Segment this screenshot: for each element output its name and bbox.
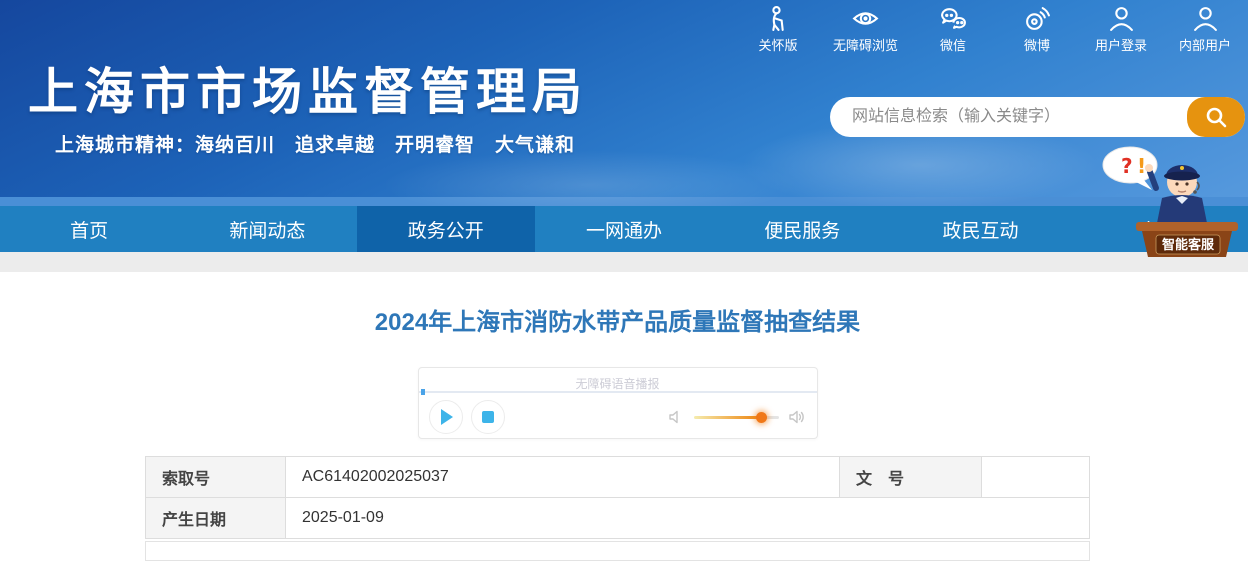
main-nav: 首页 新闻动态 政务公开 一网通办 便民服务 政民互动 专题 bbox=[0, 206, 1248, 252]
topbar-item-weibo[interactable]: 微博 bbox=[1008, 5, 1066, 54]
issue-date-label: 产生日期 bbox=[146, 498, 286, 538]
stop-icon bbox=[482, 411, 494, 423]
table-row-empty bbox=[145, 541, 1090, 561]
topbar-item-label: 用户登录 bbox=[1095, 35, 1147, 54]
topbar-item-label: 微博 bbox=[1024, 35, 1050, 54]
topbar-item-user-login[interactable]: 用户登录 bbox=[1092, 5, 1150, 54]
topbar-item-accessibility[interactable]: 无障碍浏览 bbox=[833, 5, 898, 54]
article-title: 2024年上海市消防水带产品质量监督抽查结果 bbox=[145, 302, 1090, 337]
play-icon bbox=[441, 409, 453, 425]
officer-figure bbox=[1145, 164, 1208, 228]
doc-number-label: 文 号 bbox=[840, 457, 982, 497]
volume-knob[interactable] bbox=[756, 412, 767, 423]
issue-date-value: 2025-01-09 bbox=[286, 498, 1089, 538]
article-content: 2024年上海市消防水带产品质量监督抽查结果 无障碍语音播报 bbox=[145, 302, 1090, 562]
wechat-icon bbox=[940, 5, 967, 32]
service-podium: 智能客服 bbox=[1136, 222, 1238, 257]
weibo-icon bbox=[1024, 5, 1051, 32]
volume-slider[interactable] bbox=[694, 416, 779, 419]
accessibility-audio-player: 无障碍语音播报 bbox=[418, 367, 818, 439]
index-number-label: 索取号 bbox=[146, 457, 286, 497]
topbar-item-wechat[interactable]: 微信 bbox=[924, 5, 982, 54]
topbar-item-care-version[interactable]: 关怀版 bbox=[749, 5, 807, 54]
volume-low-icon bbox=[668, 409, 684, 425]
nav-item-services[interactable]: 便民服务 bbox=[713, 206, 891, 252]
topbar-item-label: 无障碍浏览 bbox=[833, 35, 898, 54]
stop-button[interactable] bbox=[471, 400, 505, 434]
topbar-item-internal-user[interactable]: 内部用户 bbox=[1176, 5, 1234, 54]
topbar-item-label: 关怀版 bbox=[758, 35, 797, 54]
volume-zone bbox=[668, 409, 805, 425]
mascot-label: 智能客服 bbox=[1162, 237, 1215, 252]
nav-item-interaction[interactable]: 政民互动 bbox=[891, 206, 1069, 252]
bubble-exclaim-mark: ! bbox=[1137, 154, 1146, 178]
user-login-icon bbox=[1108, 5, 1135, 32]
play-button[interactable] bbox=[429, 400, 463, 434]
nav-item-one-stop[interactable]: 一网通办 bbox=[535, 206, 713, 252]
audio-player-title: 无障碍语音播报 bbox=[419, 368, 817, 392]
audio-controls bbox=[419, 394, 817, 440]
topbar-item-label: 内部用户 bbox=[1179, 35, 1231, 54]
nav-item-news[interactable]: 新闻动态 bbox=[178, 206, 356, 252]
volume-high-icon bbox=[789, 409, 805, 425]
search-box bbox=[830, 97, 1245, 137]
document-meta-table: 索取号 AC61402002025037 文 号 产生日期 2025-01-09 bbox=[145, 456, 1090, 539]
topbar-item-label: 微信 bbox=[940, 35, 966, 54]
doc-number-value bbox=[982, 457, 1089, 497]
bubble-question-mark: ? bbox=[1121, 154, 1133, 178]
sub-nav-strip bbox=[0, 252, 1248, 272]
search-button[interactable] bbox=[1187, 97, 1245, 137]
audio-progress-bar[interactable] bbox=[419, 391, 817, 393]
elderly-icon bbox=[764, 5, 791, 32]
topbar: 关怀版 无障碍浏览 微信 微博 bbox=[749, 5, 1234, 54]
index-number-value: AC61402002025037 bbox=[286, 457, 840, 497]
site-header: 关怀版 无障碍浏览 微信 微博 bbox=[0, 0, 1248, 197]
nav-item-home[interactable]: 首页 bbox=[0, 206, 178, 252]
nav-item-gov-disclosure[interactable]: 政务公开 bbox=[357, 206, 535, 252]
eye-icon bbox=[852, 5, 879, 32]
site-slogan: 上海城市精神：海纳百川 追求卓越 开明睿智 大气谦和 bbox=[55, 130, 575, 157]
internal-user-icon bbox=[1192, 5, 1219, 32]
smart-customer-service-mascot[interactable]: ? ! 智能客服 bbox=[1096, 142, 1240, 258]
search-input[interactable] bbox=[830, 97, 1187, 137]
site-title: 上海市市场监督管理局 bbox=[28, 52, 588, 124]
search-icon bbox=[1204, 105, 1228, 129]
table-row: 索取号 AC61402002025037 文 号 bbox=[146, 457, 1089, 498]
table-row: 产生日期 2025-01-09 bbox=[146, 498, 1089, 539]
